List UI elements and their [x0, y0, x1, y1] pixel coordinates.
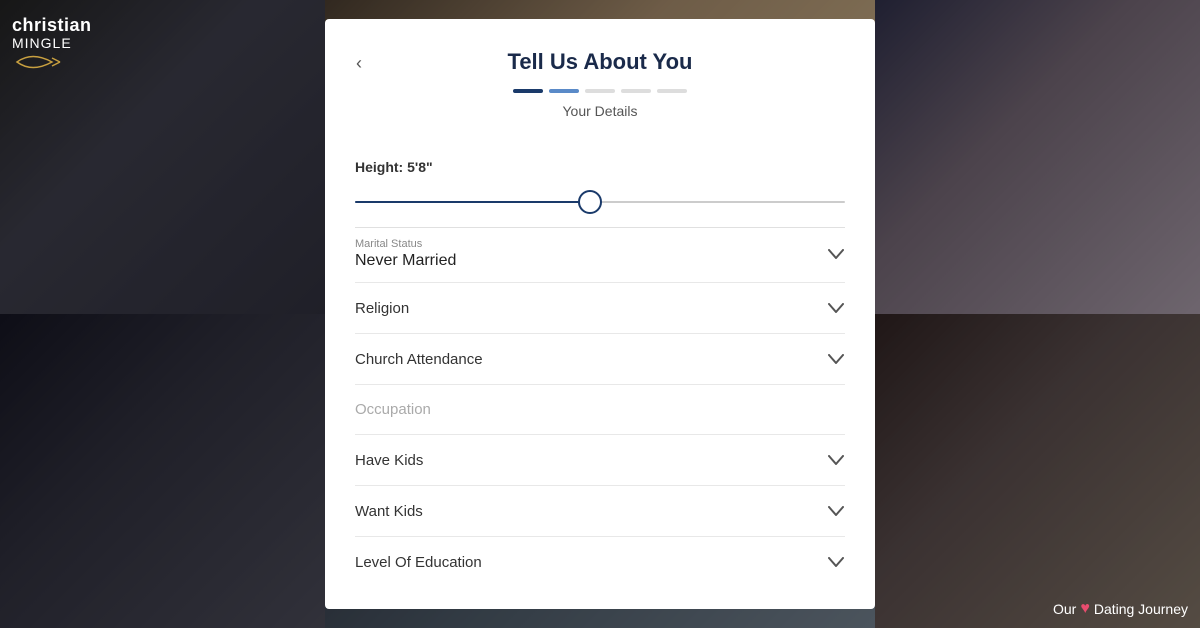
level-of-education-chevron-icon	[827, 553, 845, 571]
progress-dot-3	[585, 89, 615, 93]
church-attendance-right	[827, 350, 845, 368]
want-kids-dropdown[interactable]: Want Kids	[355, 486, 845, 537]
occupation-field[interactable]: Occupation	[355, 385, 845, 435]
marital-status-value: Never Married	[355, 252, 456, 270]
progress-dot-2	[549, 89, 579, 93]
logo-christian: christian	[12, 16, 92, 36]
height-value: 5'8"	[407, 159, 433, 175]
marital-status-label: Marital Status	[355, 238, 456, 250]
bg-photo-3	[875, 0, 1200, 314]
logo: christian MINGLE	[12, 16, 92, 76]
level-of-education-dropdown[interactable]: Level Of Education	[355, 537, 845, 587]
marital-status-chevron-icon	[827, 245, 845, 263]
have-kids-right	[827, 451, 845, 469]
church-attendance-dropdown[interactable]: Church Attendance	[355, 334, 845, 385]
occupation-label: Occupation	[355, 401, 431, 418]
heart-icon: ♥	[1080, 600, 1090, 618]
back-chevron-icon: ‹	[356, 53, 362, 74]
progress-indicator	[355, 89, 845, 93]
religion-dropdown[interactable]: Religion	[355, 283, 845, 334]
bg-photo-6	[875, 314, 1200, 628]
want-kids-label: Want Kids	[355, 503, 423, 520]
fish-icon	[12, 53, 72, 76]
height-section: Height: 5'8"	[355, 145, 845, 227]
dating-journey-label: Our ♥ Dating Journey	[1053, 600, 1188, 618]
religion-label: Religion	[355, 300, 409, 317]
dating-journey-text: Dating Journey	[1094, 601, 1188, 617]
want-kids-right	[827, 502, 845, 520]
modal-subtitle: Your Details	[355, 103, 845, 119]
level-of-education-right	[827, 553, 845, 571]
logo-mingle: MINGLE	[12, 36, 92, 51]
want-kids-chevron-icon	[827, 502, 845, 520]
progress-dot-5	[657, 89, 687, 93]
profile-modal: ‹ Tell Us About You Your Details Height:…	[325, 19, 875, 609]
bg-photo-4	[0, 314, 325, 628]
religion-right	[827, 299, 845, 317]
marital-status-row-content: Marital Status Never Married	[355, 238, 845, 270]
modal-title: Tell Us About You	[355, 49, 845, 75]
height-slider-container[interactable]	[355, 187, 845, 217]
modal-header: ‹ Tell Us About You Your Details	[325, 19, 875, 135]
marital-status-dropdown[interactable]: Marital Status Never Married	[355, 228, 845, 283]
marital-status-col: Marital Status Never Married	[355, 238, 456, 270]
height-label: Height: 5'8"	[355, 159, 845, 175]
our-label: Our	[1053, 601, 1076, 617]
have-kids-dropdown[interactable]: Have Kids	[355, 435, 845, 486]
back-button[interactable]: ‹	[345, 49, 373, 77]
modal-body: Height: 5'8" Marital Status Never Marrie…	[325, 135, 875, 597]
height-text: Height:	[355, 159, 403, 175]
progress-dot-4	[621, 89, 651, 93]
progress-dot-1	[513, 89, 543, 93]
level-of-education-label: Level Of Education	[355, 554, 482, 571]
have-kids-chevron-icon	[827, 451, 845, 469]
church-attendance-chevron-icon	[827, 350, 845, 368]
religion-chevron-icon	[827, 299, 845, 317]
have-kids-label: Have Kids	[355, 452, 423, 469]
church-attendance-label: Church Attendance	[355, 351, 483, 368]
